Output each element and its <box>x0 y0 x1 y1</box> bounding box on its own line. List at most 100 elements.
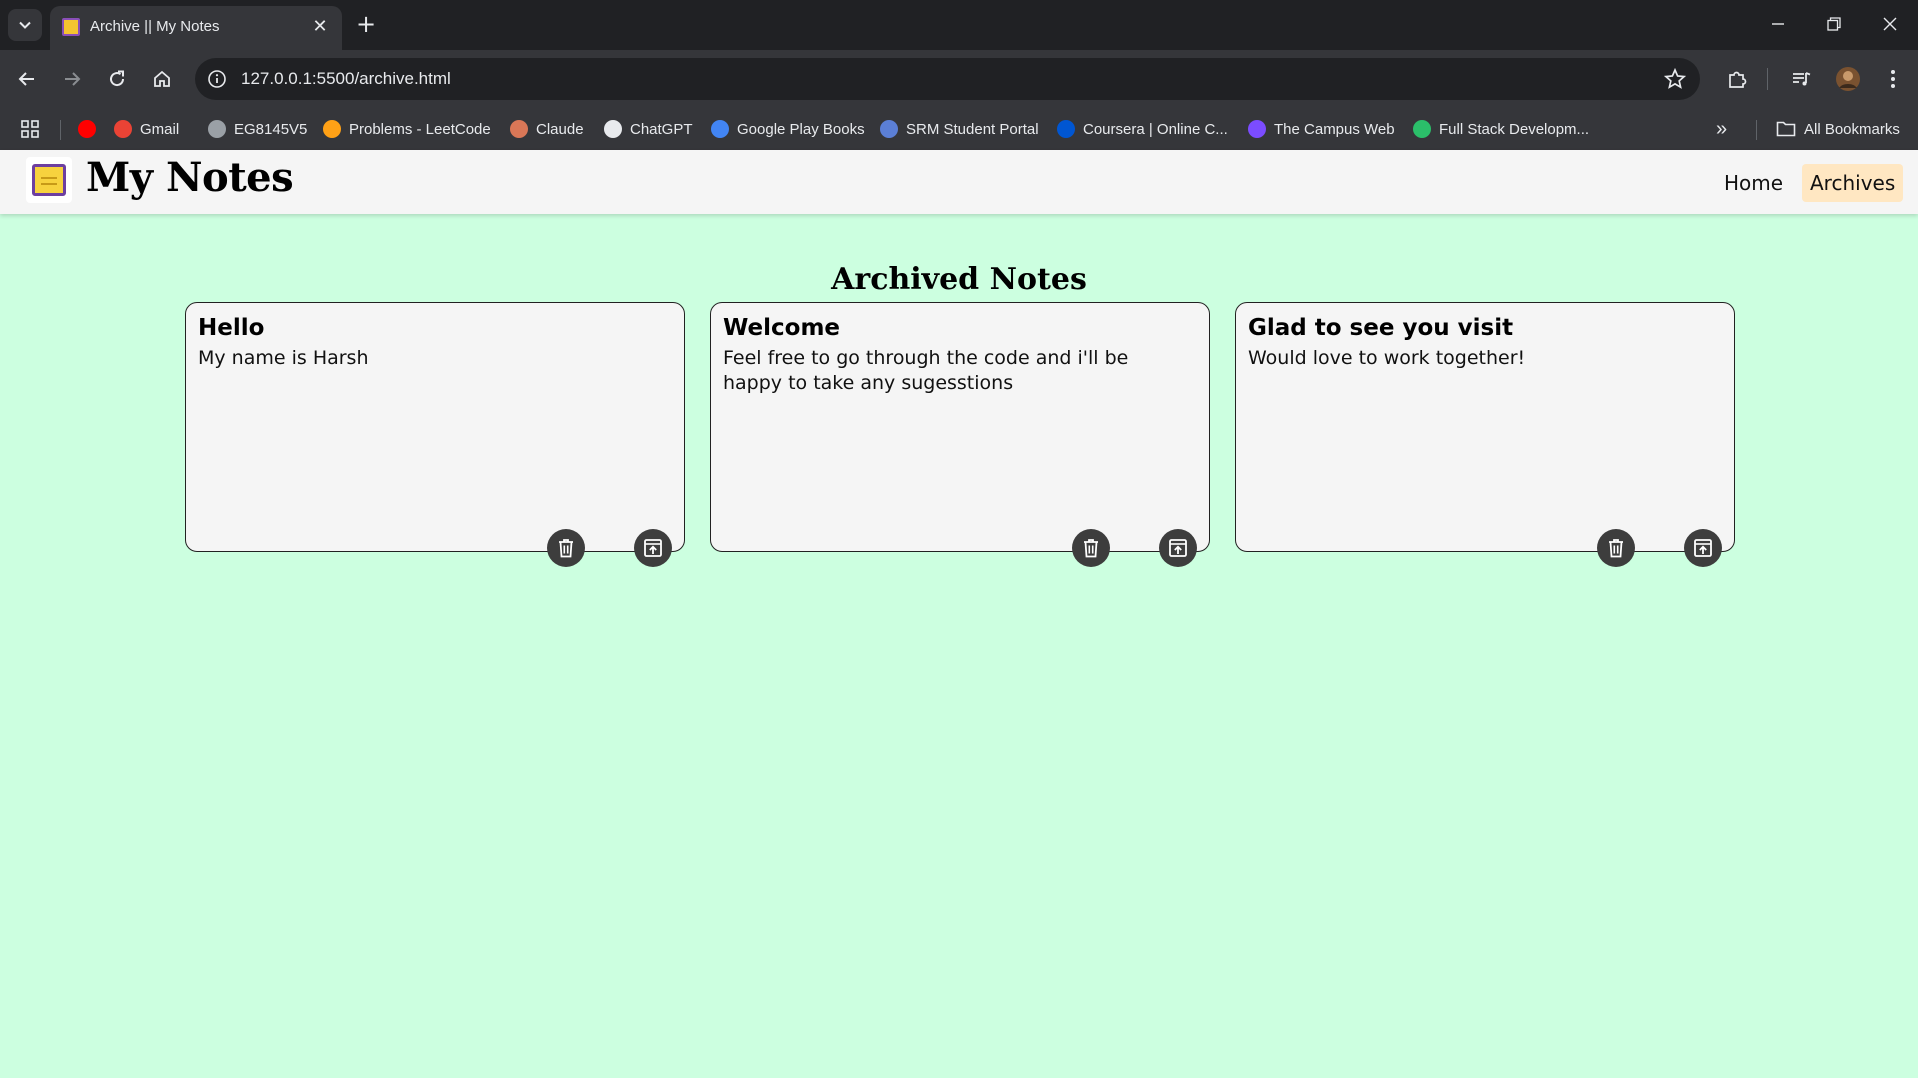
bookmark-item[interactable]: The Campus Web <box>1248 114 1395 144</box>
unarchive-icon <box>1694 539 1712 557</box>
bookmark-item[interactable]: Gmail <box>114 114 179 144</box>
globe-icon <box>208 120 226 138</box>
more-bookmarks-button[interactable]: » <box>1716 114 1727 144</box>
avatar-icon <box>1836 67 1860 91</box>
delete-note-button[interactable] <box>547 529 585 567</box>
page-content: My Notes Home Archives Archived Notes He… <box>0 150 1918 1078</box>
url-text[interactable]: 127.0.0.1:5500/archive.html <box>241 69 451 89</box>
arrow-left-icon <box>18 72 34 86</box>
all-bookmarks-button[interactable]: All Bookmarks <box>1776 114 1900 144</box>
srm-icon <box>880 120 898 138</box>
trash-icon <box>1609 539 1623 558</box>
play-books-icon <box>711 120 729 138</box>
bookmark-item[interactable]: Coursera | Online C... <box>1057 114 1228 144</box>
bookmark-label: Coursera | Online C... <box>1083 120 1228 138</box>
unarchive-note-button[interactable] <box>1159 529 1197 567</box>
unarchive-icon <box>1169 539 1187 557</box>
bookmark-item[interactable] <box>78 114 104 144</box>
arrow-right-icon <box>65 72 81 86</box>
app-navbar: My Notes Home Archives <box>0 150 1918 214</box>
bookmark-star-icon[interactable] <box>1664 68 1686 90</box>
note-body: Would love to work together! <box>1248 347 1526 369</box>
bookmark-item[interactable]: Problems - LeetCode <box>323 114 491 144</box>
delete-note-button[interactable] <box>1072 529 1110 567</box>
bookmark-label: Problems - LeetCode <box>349 120 491 138</box>
folder-icon <box>1776 121 1796 137</box>
back-button[interactable] <box>12 64 42 94</box>
nav-archives-link[interactable]: Archives <box>1802 164 1904 202</box>
note-card: Hello My name is Harsh <box>185 302 685 567</box>
bookmark-label: Full Stack Developm... <box>1439 120 1590 138</box>
unarchive-note-button[interactable] <box>1684 529 1722 567</box>
bookmark-label: EG8145V5 <box>234 120 308 138</box>
minimize-icon <box>1772 23 1784 25</box>
unarchive-note-button[interactable] <box>634 529 672 567</box>
apps-grid-icon <box>21 120 39 138</box>
chevron-down-icon <box>19 21 31 29</box>
home-button[interactable] <box>147 64 177 94</box>
bookmark-item[interactable]: Full Stack Developm... <box>1413 114 1589 144</box>
brand-title[interactable]: My Notes <box>86 154 294 201</box>
note-card: Welcome Feel free to go through the code … <box>710 302 1210 567</box>
fullstack-icon <box>1413 120 1431 138</box>
restore-button[interactable] <box>1814 8 1854 40</box>
new-tab-button[interactable]: + <box>352 9 380 39</box>
address-bar[interactable]: 127.0.0.1:5500/archive.html <box>195 58 1700 100</box>
puzzle-icon <box>1729 71 1747 88</box>
notes-logo-icon[interactable] <box>26 157 72 203</box>
tab-close-icon[interactable]: ✕ <box>308 15 332 39</box>
campus-web-icon <box>1248 120 1266 138</box>
apps-button[interactable] <box>20 114 40 144</box>
bookmarks-bar: Gmail EG8145V5 Problems - LeetCode Claude Ch… <box>0 108 1918 150</box>
toolbar-divider <box>1767 68 1768 90</box>
bookmark-item[interactable]: Google Play Books <box>711 114 865 144</box>
leetcode-icon <box>323 120 341 138</box>
bookmark-label: The Campus Web <box>1274 120 1395 138</box>
forward-button[interactable] <box>57 64 87 94</box>
note-body: Feel free to go through the code and i'l… <box>723 347 1129 394</box>
bookmark-item[interactable]: Claude <box>510 114 584 144</box>
bookmarks-divider <box>60 120 61 140</box>
minimize-button[interactable] <box>1758 8 1798 40</box>
unarchive-icon <box>644 539 662 557</box>
profile-avatar[interactable] <box>1833 64 1863 94</box>
coursera-icon <box>1057 120 1075 138</box>
page-heading: Archived Notes <box>831 262 1087 297</box>
media-controls-button[interactable] <box>1786 64 1816 94</box>
reload-button[interactable] <box>102 64 132 94</box>
notes-favicon-icon <box>62 18 80 36</box>
close-window-button[interactable] <box>1870 8 1910 40</box>
trash-icon <box>1084 539 1098 558</box>
bookmark-item[interactable]: EG8145V5 <box>208 114 307 144</box>
note-title: Welcome <box>723 315 841 341</box>
close-icon <box>1883 17 1897 31</box>
bookmarks-divider <box>1756 120 1757 140</box>
gmail-icon <box>114 120 132 138</box>
youtube-icon <box>78 120 96 138</box>
chatgpt-icon <box>604 120 622 138</box>
browser-menu-button[interactable] <box>1878 64 1908 94</box>
browser-toolbar: 127.0.0.1:5500/archive.html <box>0 50 1918 108</box>
note-title: Glad to see you visit <box>1248 315 1514 341</box>
bookmark-item[interactable]: ChatGPT <box>604 114 693 144</box>
bookmark-label: Gmail <box>140 120 180 138</box>
all-bookmarks-label: All Bookmarks <box>1804 120 1900 138</box>
active-tab[interactable]: Archive || My Notes ✕ <box>50 6 342 50</box>
browser-tab-bar: Archive || My Notes ✕ + <box>0 0 1918 50</box>
reload-icon <box>110 70 125 87</box>
site-info-icon[interactable] <box>207 69 227 89</box>
restore-icon <box>1827 17 1841 31</box>
bookmark-label: SRM Student Portal <box>906 120 1039 138</box>
extensions-button[interactable] <box>1722 64 1752 94</box>
tab-title: Archive || My Notes <box>90 18 220 35</box>
delete-note-button[interactable] <box>1597 529 1635 567</box>
tab-search-button[interactable] <box>8 9 42 41</box>
note-card: Glad to see you visit Would love to work … <box>1235 302 1735 567</box>
nav-home-link[interactable]: Home <box>1716 164 1791 202</box>
queue-music-icon <box>1793 72 1811 86</box>
note-title: Hello <box>198 315 265 341</box>
home-icon <box>154 70 170 87</box>
bookmark-item[interactable]: SRM Student Portal <box>880 114 1039 144</box>
bookmark-label: Claude <box>536 120 584 138</box>
note-body: My name is Harsh <box>198 347 369 369</box>
